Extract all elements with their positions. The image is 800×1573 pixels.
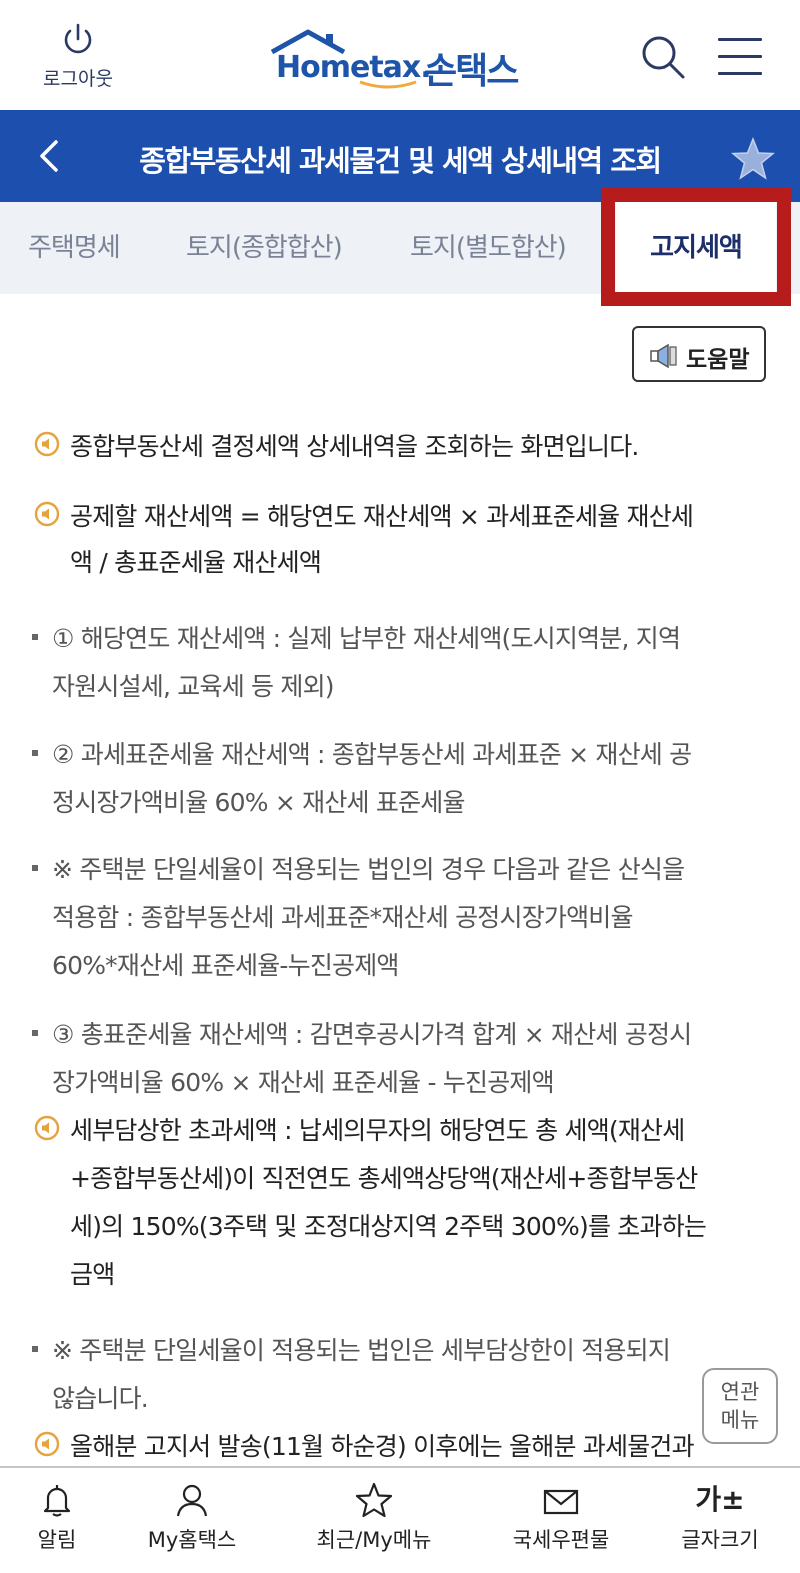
tab-land-separate[interactable]: 토지(별도합산) [410,202,567,294]
star-icon [730,136,776,180]
nav-tax-mail[interactable]: 국세우편물 [500,1482,622,1554]
note-line: 적용함 : 종합부동산세 과세표준*재산세 공정시장가액비율 [52,903,634,932]
help-button[interactable]: 도움말 [632,326,766,382]
search-button[interactable] [640,34,686,80]
nav-label: My홈택스 [147,1528,237,1552]
hometax-logo[interactable]: Hometax. 손택스 [268,28,538,92]
square-bullet [32,750,38,756]
speaker-bullet-icon [34,1115,60,1141]
speaker-bullet-icon [34,501,60,527]
highlight-annotation-box [601,188,791,306]
note-line: 공제할 재산세액 = 해당연도 재산세액 × 과세표준세율 재산세 [70,502,694,531]
favorite-button[interactable] [730,136,776,182]
nav-label: 글자크기 [681,1528,759,1552]
back-button[interactable] [30,136,70,176]
note-line: 장가액비율 60% × 재산세 표준세율 - 누진공제액 [52,1068,555,1097]
font-size-icon: 가± [695,1483,745,1516]
note-line: 60%*재산세 표준세율-누진공제액 [52,951,399,980]
help-label: 도움말 [686,347,750,373]
note-line: ① 해당연도 재산세액 : 실제 납부한 재산세액(도시지역분, 지역 [52,624,681,653]
note-line: +종합부동산세)이 직전연도 총세액상당액(재산세+종합부동산 [70,1164,698,1193]
note-line: 않습니다. [52,1384,149,1413]
tab-housing[interactable]: 주택명세 [28,202,121,294]
related-menu-label: 연관 [720,1380,760,1404]
chevron-left-icon [40,140,58,172]
note-line: 세부담상한 초과세액 : 납세의무자의 해당연도 총 세액(재산세 [70,1116,685,1145]
note-line: 자원시설세, 교육세 등 제외) [52,672,335,701]
note-line: ② 과세표준세율 재산세액 : 종합부동산세 과세표준 × 재산세 공 [52,740,692,769]
square-bullet [32,1346,38,1352]
star-outline-icon [355,1482,393,1518]
note-line: ※ 주택분 단일세율이 적용되는 법인은 세부담상한이 적용되지 [52,1336,671,1365]
related-menu-label: 메뉴 [720,1408,760,1432]
nav-recent-my-menu[interactable]: 최근/My메뉴 [304,1482,444,1554]
person-icon [176,1484,208,1517]
square-bullet [32,634,38,640]
page-title: 종합부동산세 과세물건 및 세액 상세내역 조회 [139,144,662,178]
app-header: 로그아웃 Hometax. 손택스 [0,0,800,110]
note-line: 세)의 150%(3주택 및 조정대상지역 2주택 300%)를 초과하는 [70,1212,707,1241]
nav-label: 국세우편물 [512,1528,610,1552]
logout-button[interactable]: 로그아웃 [30,22,126,91]
note-line: 액 / 총표준세율 재산세액 [70,548,322,577]
note-line: 종합부동산세 결정세액 상세내역을 조회하는 화면입니다. [70,432,639,461]
square-bullet [32,1030,38,1036]
nav-label: 최근/My메뉴 [316,1528,432,1552]
bell-icon [43,1485,71,1517]
menu-line [718,38,762,41]
note-line: ③ 총표준세율 재산세액 : 감면후공시가격 합계 × 재산세 공정시 [52,1020,692,1049]
tab-land-combined[interactable]: 토지(종합합산) [186,202,343,294]
search-icon [642,36,685,79]
logo-swoosh [359,80,417,89]
speaker-bullet-icon [34,1431,60,1457]
nav-font-size[interactable]: 가± 글자크기 [668,1482,772,1554]
nav-label: 알림 [37,1528,77,1552]
menu-line [718,55,762,58]
speaker-icon [650,344,677,368]
nav-my-hometax[interactable]: My홈택스 [134,1482,250,1554]
logo-sontax: 손택스 [424,51,519,92]
mail-icon [543,1489,579,1515]
speaker-bullet-icon [34,431,60,457]
note-line: 올해분 고지서 발송(11월 하순경) 이후에는 올해분 과세물건과 [70,1432,695,1461]
menu-line [718,72,762,75]
note-line: ※ 주택분 단일세율이 적용되는 법인의 경우 다음과 같은 산식을 [52,855,685,884]
bottom-navigation: 알림 My홈택스 최근/My메뉴 국세우편물 가± 글자크기 [0,1466,800,1573]
note-line: 정시장가액비율 60% × 재산세 표준세율 [52,788,466,817]
square-bullet [32,865,38,871]
note-line: 금액 [70,1260,115,1289]
nav-alerts[interactable]: 알림 [22,1482,92,1554]
related-menu-button[interactable]: 연관 메뉴 [702,1368,778,1444]
power-icon [64,23,92,54]
hamburger-menu-button[interactable] [718,38,762,78]
logout-label: 로그아웃 [43,68,113,90]
